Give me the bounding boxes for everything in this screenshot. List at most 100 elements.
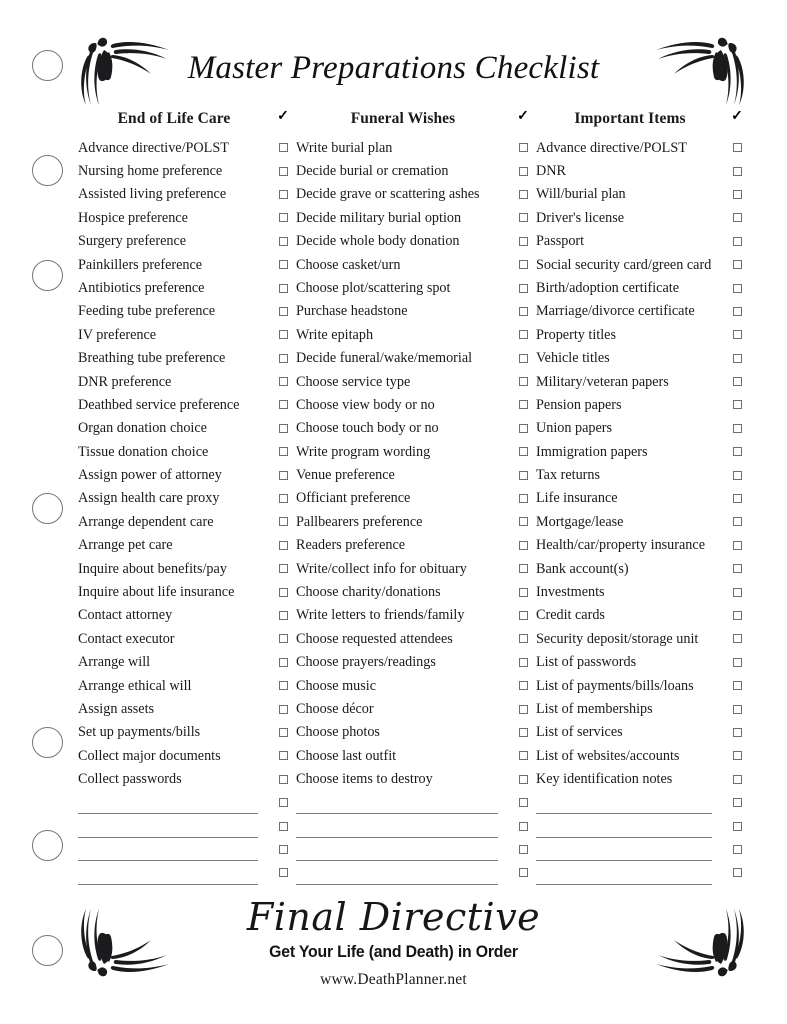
checkbox[interactable] [510, 377, 536, 387]
checkbox[interactable] [724, 791, 750, 814]
checklist-row[interactable]: Tissue donation choice [78, 440, 296, 463]
checklist-row[interactable]: Advance directive/POLST [536, 136, 750, 159]
write-in-line[interactable] [536, 801, 712, 815]
checkbox[interactable] [724, 330, 750, 340]
checklist-row[interactable]: Pension papers [536, 393, 750, 416]
checkbox[interactable] [724, 634, 750, 644]
checklist-blank-row[interactable] [296, 814, 536, 838]
checklist-row[interactable]: Write program wording [296, 440, 536, 463]
checklist-blank-row[interactable] [296, 861, 536, 885]
checklist-row[interactable]: List of memberships [536, 697, 750, 720]
checkbox[interactable] [724, 447, 750, 457]
checkbox[interactable] [724, 260, 750, 270]
checklist-row[interactable]: Breathing tube preference [78, 347, 296, 370]
checkbox[interactable] [270, 213, 296, 223]
checklist-row[interactable]: Decide funeral/wake/memorial [296, 347, 536, 370]
checklist-row[interactable]: Choose last outfit [296, 744, 536, 767]
checklist-row[interactable]: Decide grave or scattering ashes [296, 183, 536, 206]
checkbox[interactable] [270, 236, 296, 246]
write-in-line[interactable] [78, 848, 258, 862]
checkbox[interactable] [270, 634, 296, 644]
checkbox[interactable] [270, 260, 296, 270]
checkbox[interactable] [724, 400, 750, 410]
checklist-row[interactable]: Antibiotics preference [78, 276, 296, 299]
checkbox[interactable] [270, 283, 296, 293]
checkbox[interactable] [724, 166, 750, 176]
checklist-row[interactable]: Social security card/green card [536, 253, 750, 276]
write-in-line[interactable] [78, 801, 258, 815]
checkbox[interactable] [510, 704, 536, 714]
checklist-row[interactable]: Arrange dependent care [78, 510, 296, 533]
checklist-row[interactable]: List of passwords [536, 651, 750, 674]
checklist-row[interactable]: Readers preference [296, 534, 536, 557]
checklist-row[interactable]: Venue preference [296, 463, 536, 486]
checklist-row[interactable]: Bank account(s) [536, 557, 750, 580]
checklist-blank-row[interactable] [78, 814, 296, 838]
checklist-row[interactable]: Assign health care proxy [78, 487, 296, 510]
checklist-row[interactable]: Birth/adoption certificate [536, 276, 750, 299]
checklist-row[interactable]: Hospice preference [78, 206, 296, 229]
checklist-row[interactable]: Set up payments/bills [78, 721, 296, 744]
checklist-row[interactable]: Tax returns [536, 463, 750, 486]
checkbox[interactable] [510, 587, 536, 597]
checkbox[interactable] [270, 657, 296, 667]
checkbox[interactable] [510, 791, 536, 814]
checklist-row[interactable]: Choose items to destroy [296, 768, 536, 791]
checkbox[interactable] [724, 213, 750, 223]
checkbox[interactable] [270, 704, 296, 714]
checkbox[interactable] [270, 774, 296, 784]
checklist-row[interactable]: Surgery preference [78, 230, 296, 253]
checkbox[interactable] [724, 189, 750, 199]
checklist-row[interactable]: Life insurance [536, 487, 750, 510]
checklist-row[interactable]: DNR [536, 159, 750, 182]
checkbox[interactable] [270, 517, 296, 527]
checkbox[interactable] [724, 564, 750, 574]
checklist-row[interactable]: Credit cards [536, 604, 750, 627]
checklist-row[interactable]: Assign power of attorney [78, 463, 296, 486]
checklist-row[interactable]: Assisted living preference [78, 183, 296, 206]
checkbox[interactable] [270, 306, 296, 316]
checklist-row[interactable]: Advance directive/POLST [78, 136, 296, 159]
checklist-blank-row[interactable] [536, 838, 750, 862]
checklist-row[interactable]: List of services [536, 721, 750, 744]
write-in-line[interactable] [78, 825, 258, 838]
checkbox[interactable] [510, 189, 536, 199]
checkbox[interactable] [724, 838, 750, 861]
checkbox[interactable] [724, 587, 750, 597]
checkbox[interactable] [724, 704, 750, 714]
checkbox[interactable] [510, 470, 536, 480]
write-in-line[interactable] [536, 848, 712, 862]
checklist-row[interactable]: Write/collect info for obituary [296, 557, 536, 580]
checklist-row[interactable]: Decide military burial option [296, 206, 536, 229]
write-in-line[interactable] [296, 848, 498, 862]
checkbox[interactable] [724, 774, 750, 784]
checklist-row[interactable]: Investments [536, 580, 750, 603]
checkbox[interactable] [510, 861, 536, 884]
checkbox[interactable] [724, 306, 750, 316]
checkbox[interactable] [510, 447, 536, 457]
checklist-row[interactable]: Passport [536, 230, 750, 253]
checklist-row[interactable]: Write letters to friends/family [296, 604, 536, 627]
checkbox[interactable] [724, 423, 750, 433]
checkbox[interactable] [510, 634, 536, 644]
checkbox[interactable] [270, 470, 296, 480]
checkbox[interactable] [724, 751, 750, 761]
checklist-row[interactable]: Security deposit/storage unit [536, 627, 750, 650]
checklist-row[interactable]: Union papers [536, 417, 750, 440]
checkbox[interactable] [510, 143, 536, 153]
checklist-row[interactable]: Immigration papers [536, 440, 750, 463]
checklist-row[interactable]: Pallbearers preference [296, 510, 536, 533]
checklist-row[interactable]: Mortgage/lease [536, 510, 750, 533]
checkbox[interactable] [510, 400, 536, 410]
checkbox[interactable] [510, 306, 536, 316]
checklist-blank-row[interactable] [78, 838, 296, 862]
checkbox[interactable] [724, 470, 750, 480]
checkbox[interactable] [510, 353, 536, 363]
checklist-row[interactable]: List of websites/accounts [536, 744, 750, 767]
checkbox[interactable] [724, 681, 750, 691]
checklist-row[interactable]: List of payments/bills/loans [536, 674, 750, 697]
checklist-row[interactable]: Painkillers preference [78, 253, 296, 276]
checkbox[interactable] [724, 353, 750, 363]
checklist-row[interactable]: Collect major documents [78, 744, 296, 767]
checklist-row[interactable]: Nursing home preference [78, 159, 296, 182]
